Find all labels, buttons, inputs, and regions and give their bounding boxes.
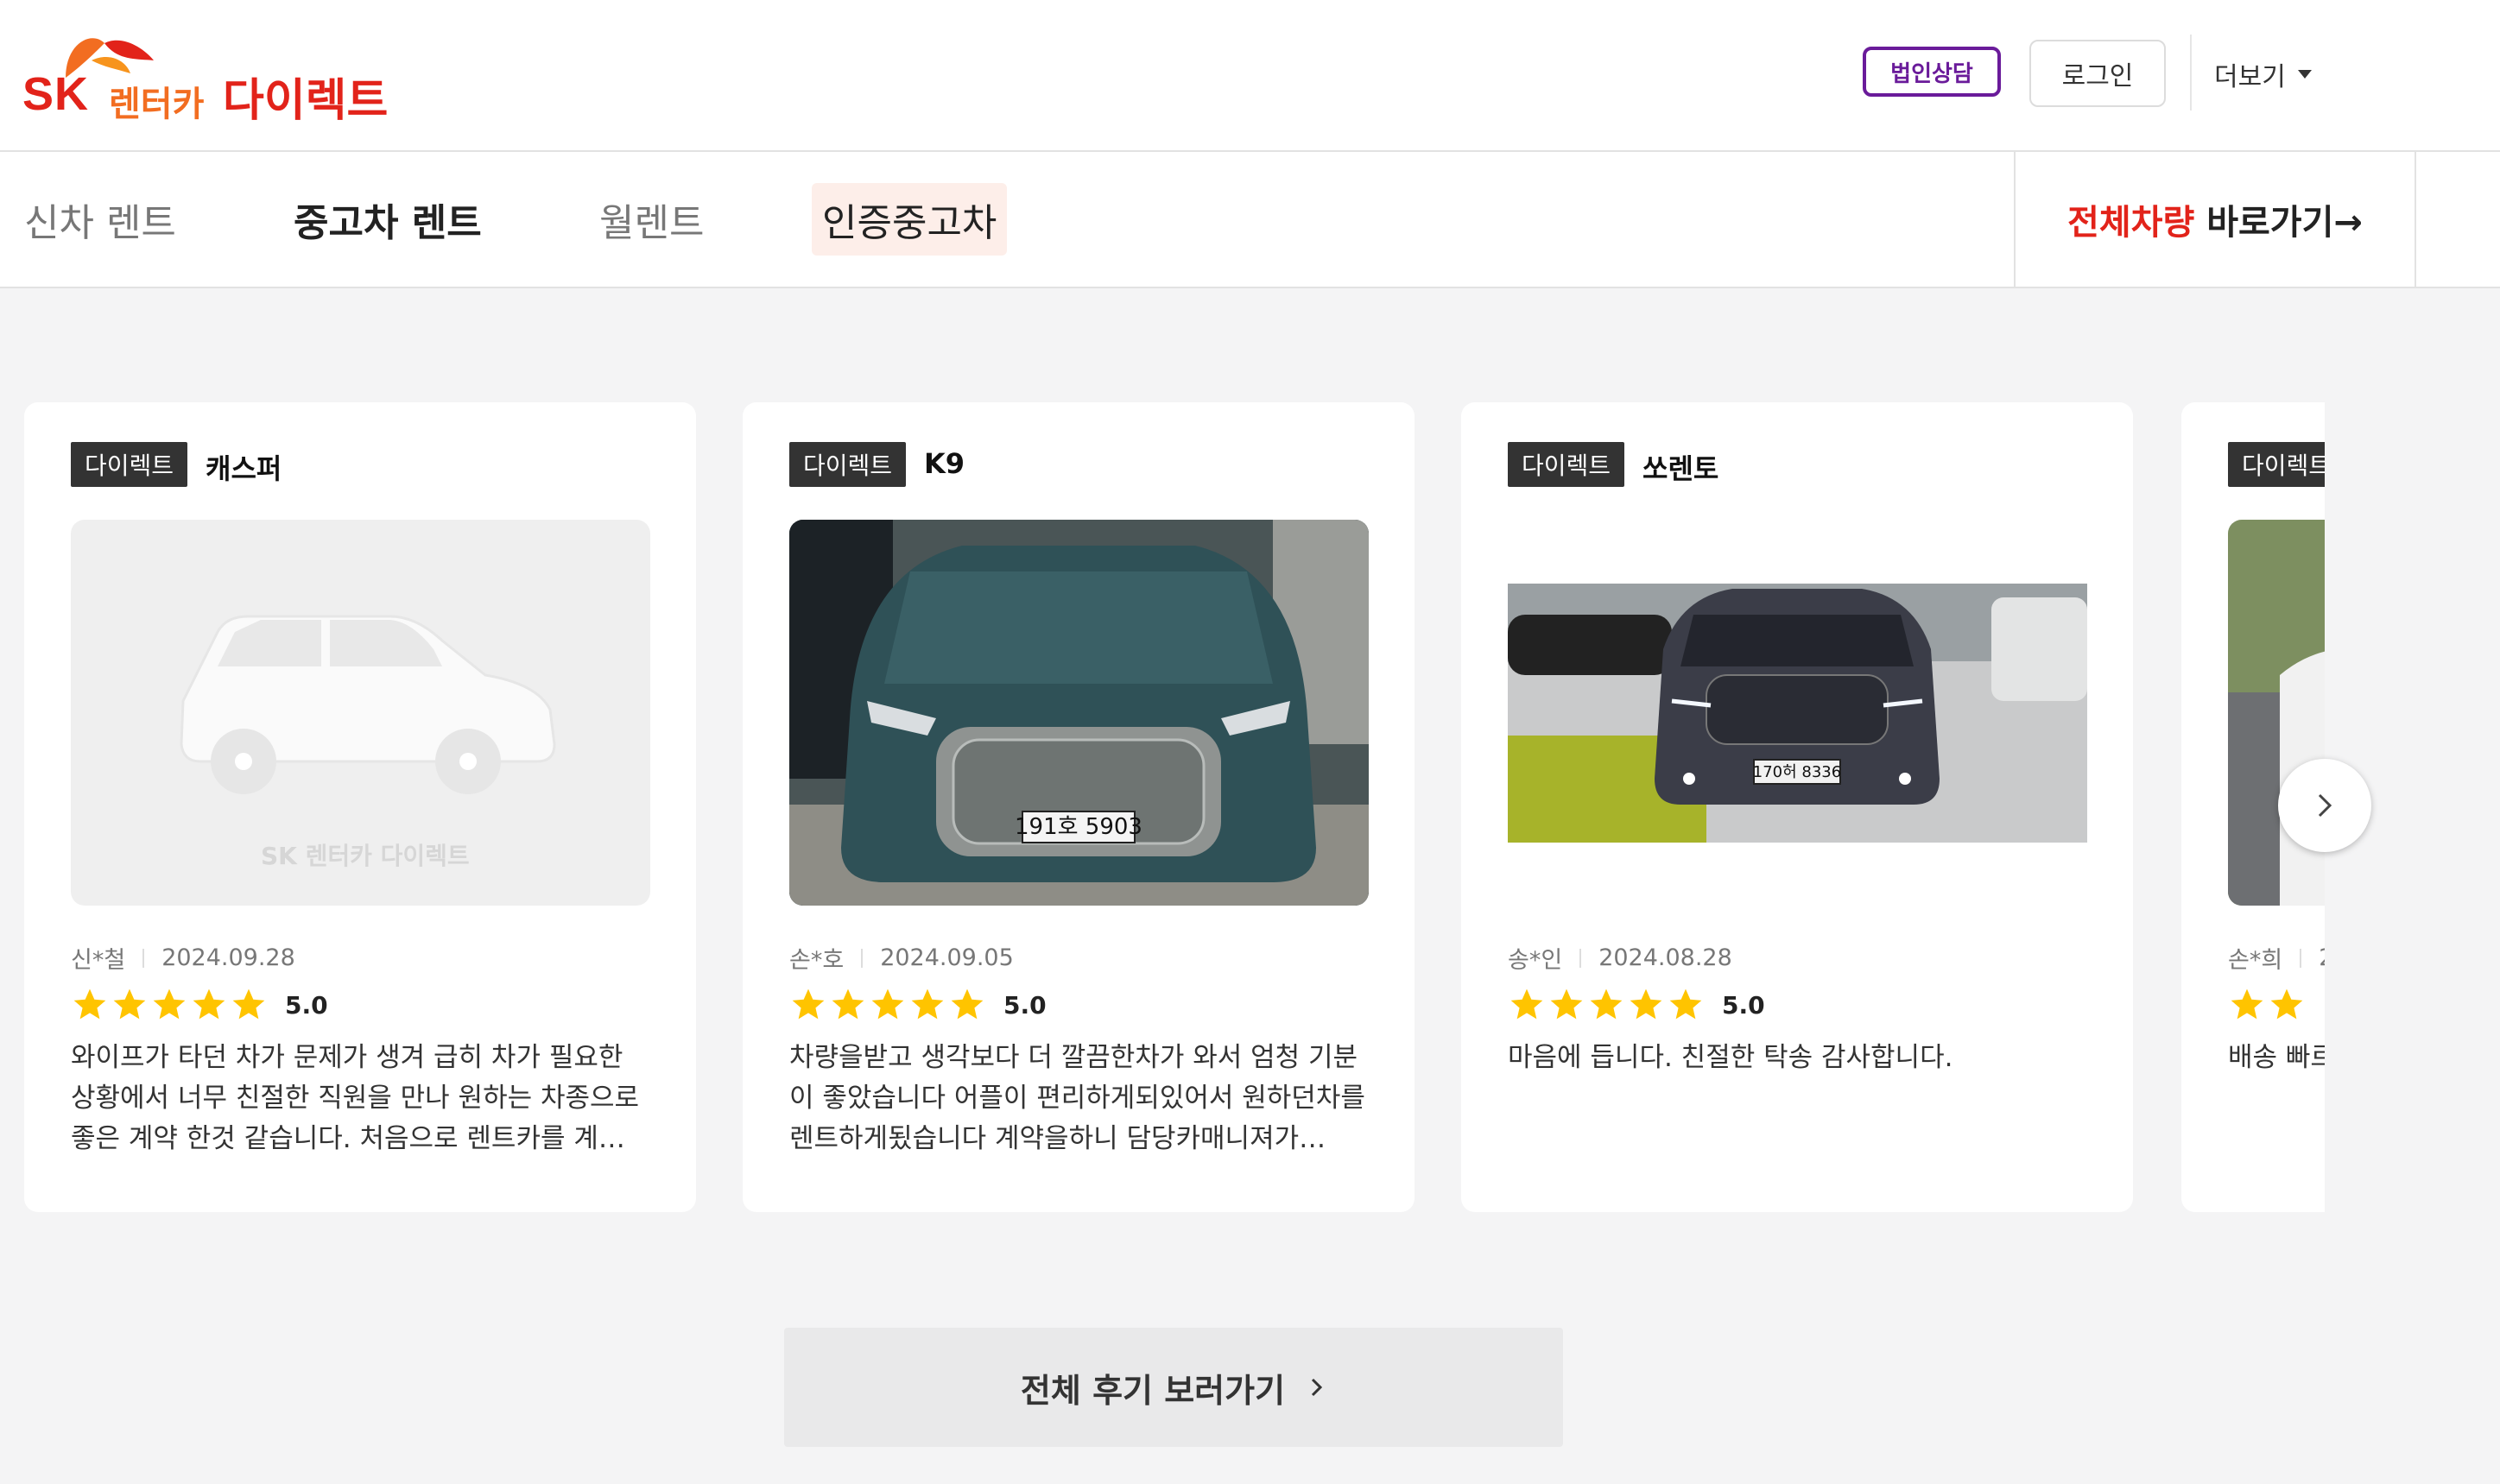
review-meta: 송*인 2024.08.28	[1508, 941, 1732, 975]
review-meta: 손*희 2	[2228, 941, 2325, 975]
logo-sk: SK	[22, 68, 90, 120]
star-icon	[2270, 988, 2303, 1020]
rating-score: 5.0	[285, 990, 328, 1020]
review-text: 배송 빠르니다. 감사	[2228, 1042, 2325, 1073]
car-photo-k9: 191호 5903	[789, 520, 1369, 906]
nav-new-car-rent[interactable]: 신차 렌트	[24, 152, 176, 287]
car-photo-sorento: 170허 8336	[1508, 520, 2087, 906]
direct-tag: 다이렉트	[71, 442, 188, 487]
star-icon	[153, 988, 186, 1020]
license-plate: 170허 8336	[1753, 763, 1841, 781]
review-meta: 손*호 2024.09.05	[789, 941, 1014, 975]
star-rating	[2228, 986, 2306, 1024]
star-icon	[1550, 988, 1583, 1020]
review-carousel[interactable]: 다이렉트 캐스퍼 SK 렌터카 다이렉트 신*철 2024.09.28 5.0	[0, 402, 2325, 1214]
review-card[interactable]: 다이렉트 캐스퍼 SK 렌터카 다이렉트 신*철 2024.09.28 5.0	[24, 402, 696, 1212]
star-icon	[1669, 988, 1702, 1020]
star-rating: 5.0	[1508, 986, 1765, 1024]
star-icon	[232, 988, 265, 1020]
star-icon	[792, 988, 825, 1020]
car-placeholder-image: SK 렌터카 다이렉트	[71, 520, 650, 906]
logo-direct: 다이렉트	[223, 75, 389, 127]
nav-label: 신차 렌트	[24, 201, 176, 245]
sk-rentacar-direct-logo[interactable]: SK 렌터카 다이렉트	[22, 26, 402, 127]
review-card[interactable]: 다이렉트 쏘렌토 170허 8336 송*인 2024.08.28 5.0 마음…	[1461, 402, 2133, 1212]
watermark-logo: SK 렌터카 다이렉트	[261, 842, 470, 870]
all-cars-link[interactable]: 전체차량 바로가기→	[2014, 152, 2416, 287]
review-text: 차량을받고 생각보다 더 깔끔한차가 와서 엄청 기분이 좋았습니다 어플이 편…	[789, 1042, 1365, 1154]
chevron-right-icon	[1312, 1378, 1323, 1397]
rating-score: 5.0	[1722, 990, 1765, 1020]
review-date: 2024.08.28	[1598, 944, 1732, 971]
reviewer-name: 손*호	[789, 947, 845, 974]
meta-divider	[2300, 948, 2302, 968]
license-plate: 191호 5903	[1015, 814, 1142, 840]
nav-monthly-rent[interactable]: 월렌트	[599, 152, 704, 287]
direct-tag: 다이렉트	[2228, 442, 2325, 487]
header-divider	[2190, 35, 2192, 111]
rating-score: 5.0	[1003, 990, 1047, 1020]
star-icon	[2231, 988, 2263, 1020]
review-meta: 신*철 2024.09.28	[71, 941, 295, 975]
direct-tag: 다이렉트	[1508, 442, 1625, 487]
car-model: 쏘렌토	[1642, 452, 1719, 485]
carousel-next-button[interactable]	[2278, 759, 2371, 852]
nav-certified-used[interactable]: 인증중고차	[812, 152, 1008, 287]
star-icon	[1510, 988, 1543, 1020]
nav-label: 인증중고차	[812, 183, 1008, 256]
review-text: 와이프가 타던 차가 문제가 생겨 급히 차가 필요한 상황에서 너무 친절한 …	[71, 1042, 640, 1154]
review-date: 2	[2319, 944, 2325, 971]
car-model: K9	[924, 447, 965, 480]
meta-divider	[1579, 948, 1582, 968]
star-rating: 5.0	[789, 986, 1047, 1024]
more-menu-label: 더보기	[2214, 62, 2286, 92]
all-cars-rest-text: 바로가기→	[2194, 203, 2363, 243]
meta-divider	[142, 948, 145, 968]
star-icon	[951, 988, 984, 1020]
review-date: 2024.09.05	[880, 944, 1014, 971]
meta-divider	[861, 948, 864, 968]
caret-down-icon	[2297, 70, 2312, 79]
main-nav: 신차 렌트 중고차 렌트 월렌트 인증중고차 전체차량 바로가기→	[0, 152, 2500, 288]
view-all-reviews-button[interactable]: 전체 후기 보러가기	[784, 1328, 1563, 1447]
review-card[interactable]: 다이렉트 K9 191호 5903 손*호 2024.09.05 5.0 차량을…	[743, 402, 1415, 1212]
star-icon	[193, 988, 225, 1020]
star-icon	[1630, 988, 1662, 1020]
nav-used-car-rent[interactable]: 중고차 렌트	[294, 152, 482, 287]
car-photo-illustration: 170허 8336	[1508, 584, 2087, 843]
star-icon	[1590, 988, 1623, 1020]
view-all-reviews-label: 전체 후기 보러가기	[1020, 1371, 1286, 1410]
star-icon	[113, 988, 146, 1020]
star-icon	[911, 988, 944, 1020]
all-cars-red-text: 전체차량	[2067, 203, 2195, 243]
site-header: SK 렌터카 다이렉트 법인상담 로그인 더보기	[0, 0, 2500, 152]
nav-label: 월렌트	[599, 201, 705, 245]
login-button[interactable]: 로그인	[2029, 40, 2166, 107]
star-icon	[832, 988, 864, 1020]
nav-label: 중고차 렌트	[294, 201, 482, 245]
car-photo-illustration: 191호 5903	[789, 520, 1369, 906]
reviewer-name: 송*인	[1508, 947, 1563, 974]
reviewer-name: 신*철	[71, 947, 126, 974]
chevron-right-icon	[2318, 793, 2332, 818]
car-model: 캐스퍼	[206, 452, 282, 485]
star-icon	[871, 988, 904, 1020]
logo-rentacar: 렌터카	[109, 85, 205, 124]
more-menu-button[interactable]: 더보기	[2214, 55, 2312, 93]
direct-tag: 다이렉트	[789, 442, 907, 487]
reviewer-name: 손*희	[2228, 947, 2283, 974]
corporate-consult-button[interactable]: 법인상담	[1863, 47, 2001, 97]
review-text: 마음에 듭니다. 친절한 탁송 감사합니다.	[1508, 1042, 1953, 1073]
star-icon	[73, 988, 106, 1020]
review-date: 2024.09.28	[161, 944, 295, 971]
star-rating: 5.0	[71, 986, 328, 1024]
